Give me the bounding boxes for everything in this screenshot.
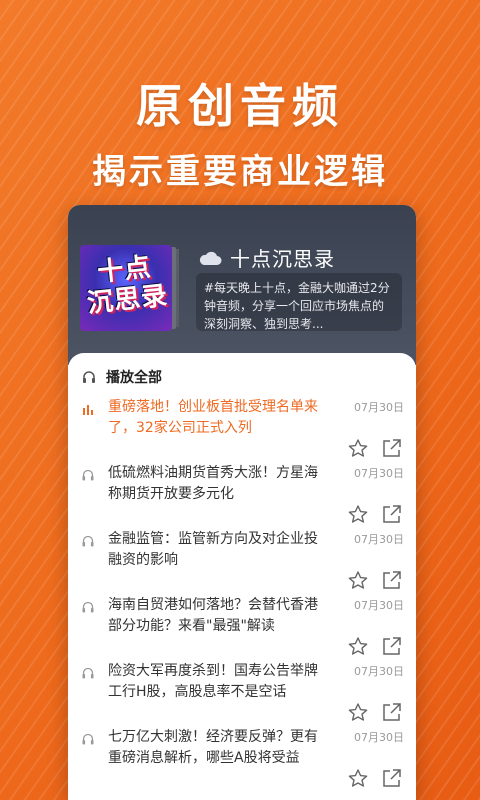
cloud-icon xyxy=(199,251,222,265)
star-icon[interactable] xyxy=(348,637,368,655)
share-icon[interactable] xyxy=(382,769,402,787)
episode-date: 07月30日 xyxy=(354,467,404,480)
headphone-icon xyxy=(83,371,95,383)
star-icon[interactable] xyxy=(348,439,368,457)
episode-date: 07月30日 xyxy=(354,401,404,414)
program-title: 十点沉思录 xyxy=(198,243,335,272)
headphone-icon xyxy=(82,667,94,679)
program-header: 十点 沉思录 十点沉思录 #每天晚上十点，金融大咖通过2分钟音频，分享一个回应市… xyxy=(68,205,416,365)
program-cover[interactable]: 十点 沉思录 xyxy=(80,245,172,331)
cover-text: 十点 沉思录 xyxy=(80,250,172,319)
play-all-label: 播放全部 xyxy=(106,370,162,386)
episode-list: 播放全部 重磅落地！创业板首批受理名单来了，32家公司正式入列 07月30日 低… xyxy=(68,353,416,800)
share-icon[interactable] xyxy=(382,439,402,457)
episode-item[interactable]: 海南自贸港如何落地？会替代香港部分功能？来看"最强"解读 07月30日 xyxy=(68,595,416,661)
episode-title: 险资大军再度杀到！国寿公告举牌工行H股，高股息率不是空话 xyxy=(108,663,318,700)
equalizer-icon xyxy=(83,405,93,415)
play-all-button[interactable]: 播放全部 xyxy=(82,367,162,387)
program-card: 十点 沉思录 十点沉思录 #每天晚上十点，金融大咖通过2分钟音频，分享一个回应市… xyxy=(68,205,416,800)
episode-item[interactable]: 七万亿大刺激！经济要反弹？更有重磅消息解析，哪些A股将受益 07月30日 xyxy=(68,727,416,793)
episode-date: 07月30日 xyxy=(354,533,404,546)
share-icon[interactable] xyxy=(382,637,402,655)
share-icon[interactable] xyxy=(382,703,402,721)
cover-text-line2: 沉思录 xyxy=(85,280,170,320)
episode-title: 海南自贸港如何落地？会替代香港部分功能？来看"最强"解读 xyxy=(108,597,318,634)
episode-title: 低硫燃料油期货首秀大涨！方星海称期货开放要多元化 xyxy=(108,465,318,502)
episode-date: 07月30日 xyxy=(354,665,404,678)
app-screen: 原创音频 揭示重要商业逻辑 十点 沉思录 十点沉思录 #每天晚上十点，金融大咖通… xyxy=(0,0,480,800)
program-description: #每天晚上十点，金融大咖通过2分钟音频，分享一个回应市场焦点的深刻洞察、独到思考… xyxy=(196,273,402,331)
episode-title: 金融监管：监管新方向及对企业投融资的影响 xyxy=(108,531,318,568)
episode-date: 07月30日 xyxy=(354,599,404,612)
headphone-icon xyxy=(82,469,94,481)
hero-subtitle: 揭示重要商业逻辑 xyxy=(92,152,388,192)
star-icon[interactable] xyxy=(348,505,368,523)
star-icon[interactable] xyxy=(348,769,368,787)
episode-date: 07月30日 xyxy=(354,731,404,744)
share-icon[interactable] xyxy=(382,505,402,523)
headphone-icon xyxy=(82,535,94,547)
headphone-icon xyxy=(82,601,94,613)
episode-title: 重磅落地！创业板首批受理名单来了，32家公司正式入列 xyxy=(108,399,318,436)
share-icon[interactable] xyxy=(382,571,402,589)
headphone-icon xyxy=(82,733,94,745)
program-name: 十点沉思录 xyxy=(230,247,335,271)
hero-title: 原创音频 xyxy=(136,79,344,133)
episode-title: 七万亿大刺激！经济要反弹？更有重磅消息解析，哪些A股将受益 xyxy=(108,729,318,766)
episode-item[interactable]: 金融监管：监管新方向及对企业投融资的影响 07月30日 xyxy=(68,529,416,595)
episode-item[interactable]: 险资大军再度杀到！国寿公告举牌工行H股，高股息率不是空话 07月30日 xyxy=(68,661,416,727)
episode-item[interactable]: 重磅落地！创业板首批受理名单来了，32家公司正式入列 07月30日 xyxy=(68,397,416,463)
star-icon[interactable] xyxy=(348,703,368,721)
star-icon[interactable] xyxy=(348,571,368,589)
episode-item[interactable]: 低硫燃料油期货首秀大涨！方星海称期货开放要多元化 07月30日 xyxy=(68,463,416,529)
